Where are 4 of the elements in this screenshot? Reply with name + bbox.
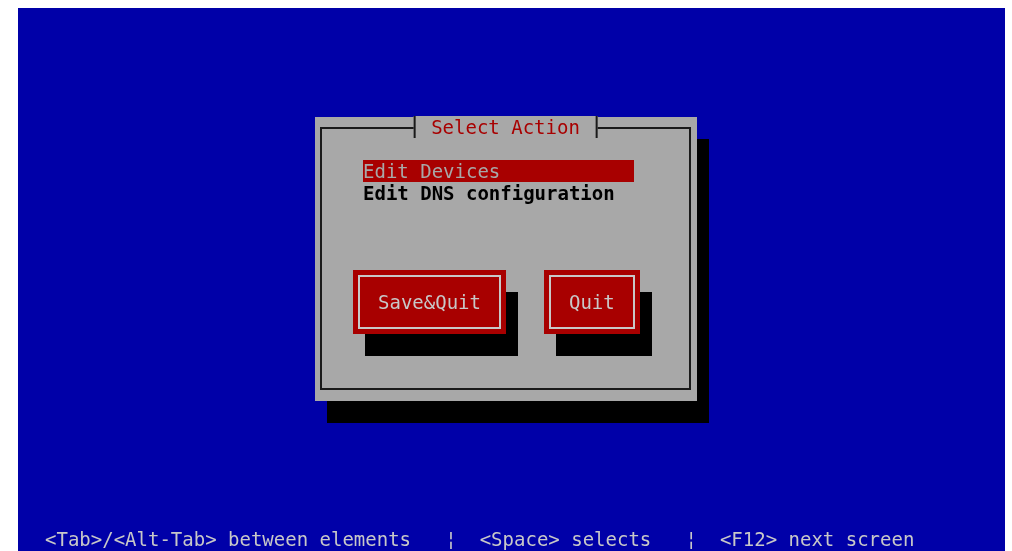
- dialog-title: Select Action: [413, 116, 598, 138]
- help-line: <Tab>/<Alt-Tab> between elements ¦ <Space> selects ¦ <F12> next screen: [45, 528, 915, 550]
- list-item[interactable]: Edit DNS configuration: [363, 182, 634, 204]
- list-item[interactable]: Edit Devices: [363, 160, 634, 182]
